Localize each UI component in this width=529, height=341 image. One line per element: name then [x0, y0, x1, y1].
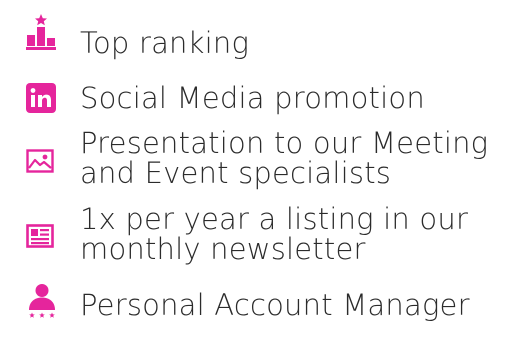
linkedin-icon — [26, 83, 56, 113]
trophy-podium-icon — [26, 14, 56, 50]
presentation-label-line-2: and Event specialists — [80, 156, 392, 190]
account-manager-icon — [26, 283, 58, 319]
top-ranking-label: Top ranking — [80, 26, 250, 60]
account-manager-label: Personal Account Manager — [80, 288, 470, 322]
newsletter-label: 1x per year a listing in our monthly new… — [80, 204, 468, 264]
image-icon — [26, 149, 54, 173]
benefits-list: Top ranking Social Media promotion Prese… — [0, 0, 529, 341]
newspaper-icon — [26, 224, 54, 248]
social-media-label: Social Media promotion — [80, 81, 425, 115]
newsletter-label-line-2: monthly newsletter — [80, 232, 366, 266]
newsletter-label-line-1: 1x per year a listing in our — [80, 202, 469, 236]
presentation-label: Presentation to our Meeting and Event sp… — [80, 128, 488, 188]
presentation-label-line-1: Presentation to our Meeting — [80, 126, 489, 160]
